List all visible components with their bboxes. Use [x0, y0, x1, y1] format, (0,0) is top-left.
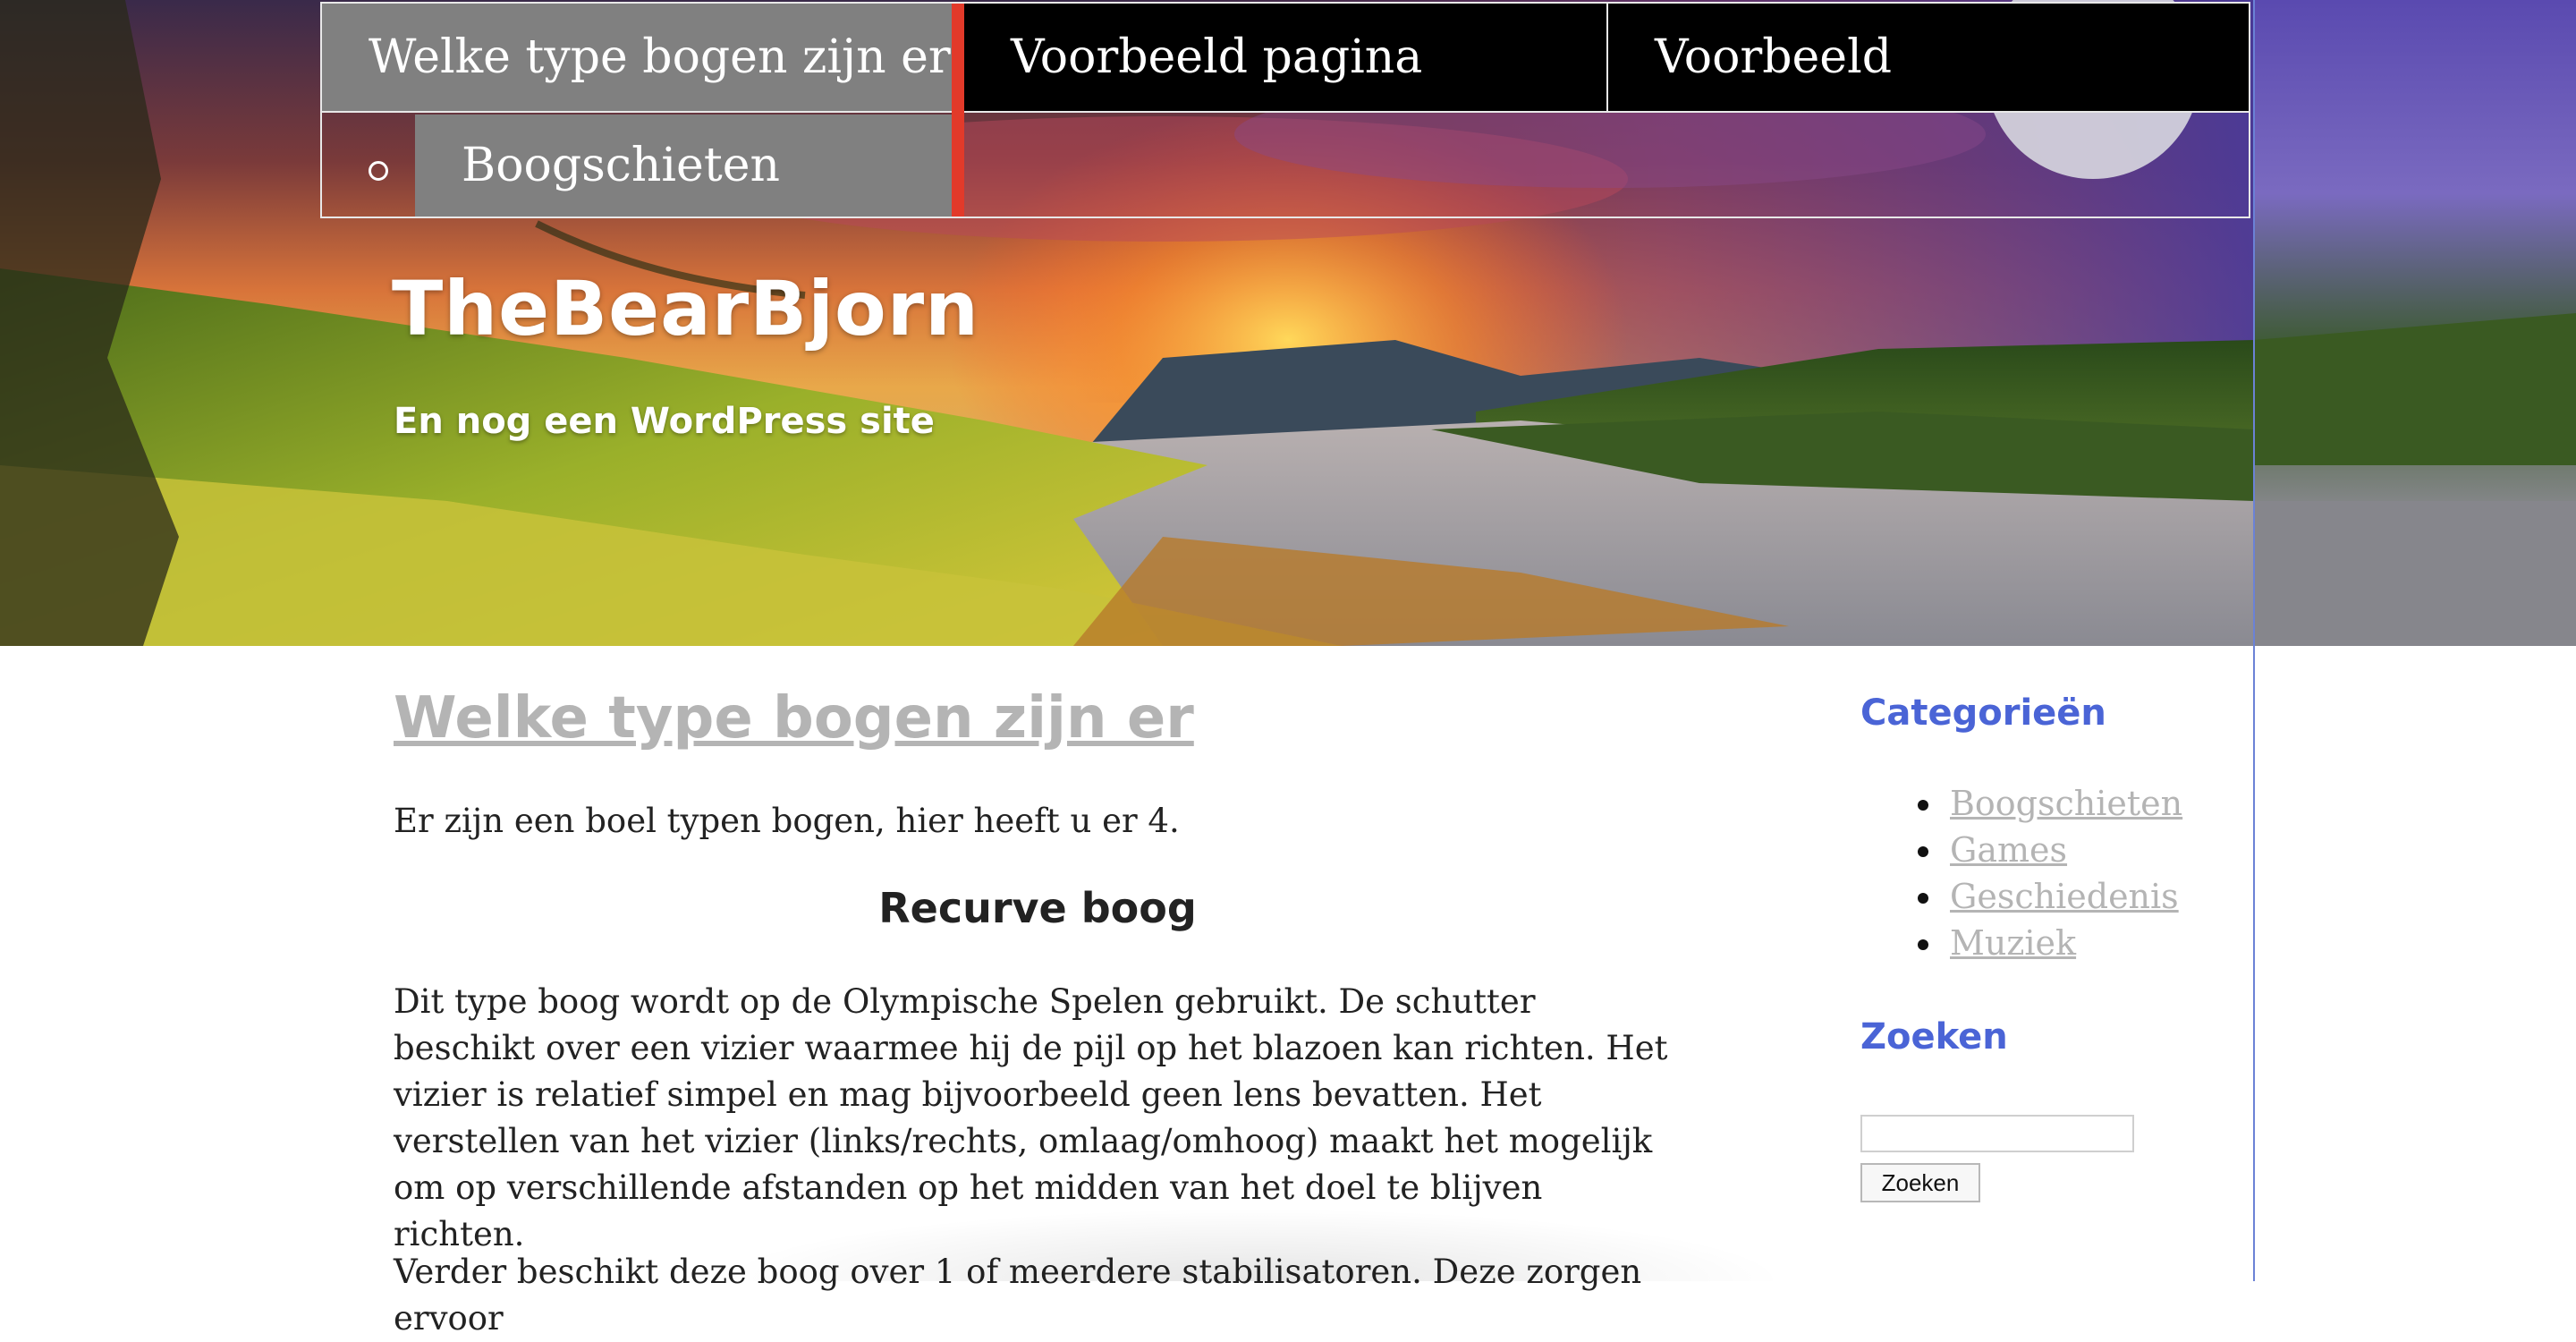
site-title[interactable]: TheBearBjorn	[392, 265, 979, 352]
site-description: En nog een WordPress site	[394, 401, 935, 442]
nav-item-welke-type-bogen[interactable]: Welke type bogen zijn er	[322, 4, 952, 111]
landscape-illustration-right	[2254, 0, 2576, 646]
category-item: Muziek	[1860, 920, 2182, 966]
category-link-games[interactable]: Games	[1950, 830, 2067, 870]
search-input[interactable]	[1860, 1115, 2134, 1152]
category-item: Boogschieten	[1860, 780, 2182, 827]
categories-widget-title: Categorieën	[1860, 692, 2106, 734]
category-link-geschiedenis[interactable]: Geschiedenis	[1950, 877, 2179, 916]
post-intro: Er zijn een boel typen bogen, hier heeft…	[394, 802, 1180, 840]
submenu-item-boogschieten[interactable]: Boogschieten	[415, 115, 952, 217]
categories-list: Boogschieten Games Geschiedenis Muziek	[1860, 780, 2182, 966]
post-subheading: Recurve boog	[878, 884, 1197, 932]
main-navigation: Welke type bogen zijn er Voorbeeld pagin…	[320, 2, 2250, 218]
nav-item-voorbeeld-pagina[interactable]: Voorbeeld pagina	[964, 4, 1606, 111]
layout-divider	[2253, 0, 2255, 1281]
category-link-muziek[interactable]: Muziek	[1950, 923, 2076, 963]
post-title-link[interactable]: Welke type bogen zijn er	[394, 685, 1194, 752]
category-item: Games	[1860, 827, 2182, 873]
header-image-right	[2254, 0, 2576, 646]
nav-top-row: Welke type bogen zijn er Voorbeeld pagin…	[322, 4, 2249, 113]
search-widget-title: Zoeken	[1860, 1016, 2008, 1057]
nav-item-voorbeeld[interactable]: Voorbeeld	[1606, 4, 2249, 111]
category-item: Geschiedenis	[1860, 873, 2182, 920]
scroll-fade-overlay	[716, 1208, 1789, 1281]
nav-accent-bar	[952, 4, 964, 217]
category-link-boogschieten[interactable]: Boogschieten	[1950, 784, 2182, 823]
submenu-bullet-icon	[369, 161, 388, 181]
search-button[interactable]: Zoeken	[1860, 1163, 1980, 1202]
